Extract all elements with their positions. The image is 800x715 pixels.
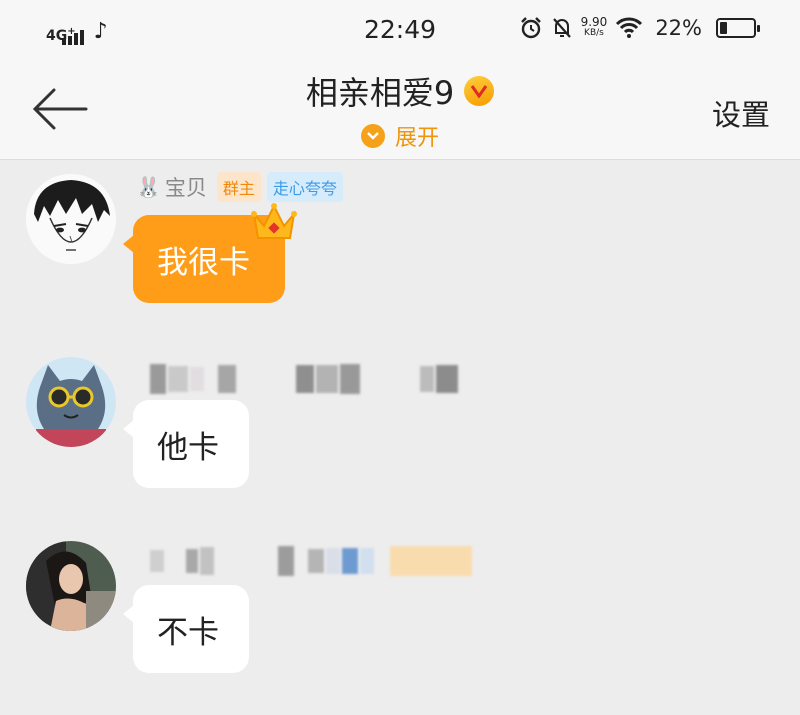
net-speed-unit: KB/s — [584, 28, 604, 38]
chat-header: 相亲相爱9 展开 设置 — [0, 62, 800, 160]
sender-row: 🐰 宝贝 群主 走心夸夸 — [136, 172, 343, 202]
message-bubble[interactable]: 不卡 — [123, 585, 249, 673]
message-text: 不卡 — [157, 614, 219, 651]
mute-icon — [552, 18, 571, 38]
battery-percent: 22% — [655, 16, 702, 40]
net-speed-value: 9.90 — [580, 15, 608, 29]
chevron-down-icon — [360, 124, 385, 148]
alarm-icon — [520, 17, 541, 39]
settings-button[interactable]: 设置 — [712, 92, 770, 134]
sender-name: 宝贝 — [164, 176, 207, 200]
battery-icon — [716, 18, 760, 38]
status-bar: 4G+ ♪ 22:49 9.90 KB/s 22% — [0, 0, 800, 62]
wifi-icon — [616, 17, 643, 38]
battery-fill — [720, 22, 728, 34]
member-title-badge: 走心夸夸 — [266, 172, 343, 202]
status-right: 9.90 KB/s 22% — [519, 15, 760, 40]
avatar[interactable] — [26, 174, 116, 264]
avatar[interactable] — [26, 541, 116, 631]
sender-emoji: 🐰 — [136, 175, 161, 199]
title-row: 相亲相爱9 — [0, 68, 800, 114]
expand-label: 展开 — [394, 126, 439, 151]
expand-toggle[interactable]: 展开 — [0, 120, 800, 152]
group-title: 相亲相爱9 — [305, 74, 455, 112]
message-bubble[interactable]: 他卡 — [123, 400, 249, 488]
owner-badge: 群主 — [216, 172, 261, 202]
crown-icon — [251, 203, 297, 239]
vip-badge-icon — [464, 76, 495, 106]
message-text: 我很卡 — [157, 244, 250, 281]
sender-name-blurred — [150, 546, 472, 576]
net-speed: 9.90 KB/s — [580, 15, 608, 39]
message-text: 他卡 — [157, 429, 219, 466]
sender-name-blurred — [150, 364, 458, 394]
avatar[interactable] — [26, 357, 116, 447]
